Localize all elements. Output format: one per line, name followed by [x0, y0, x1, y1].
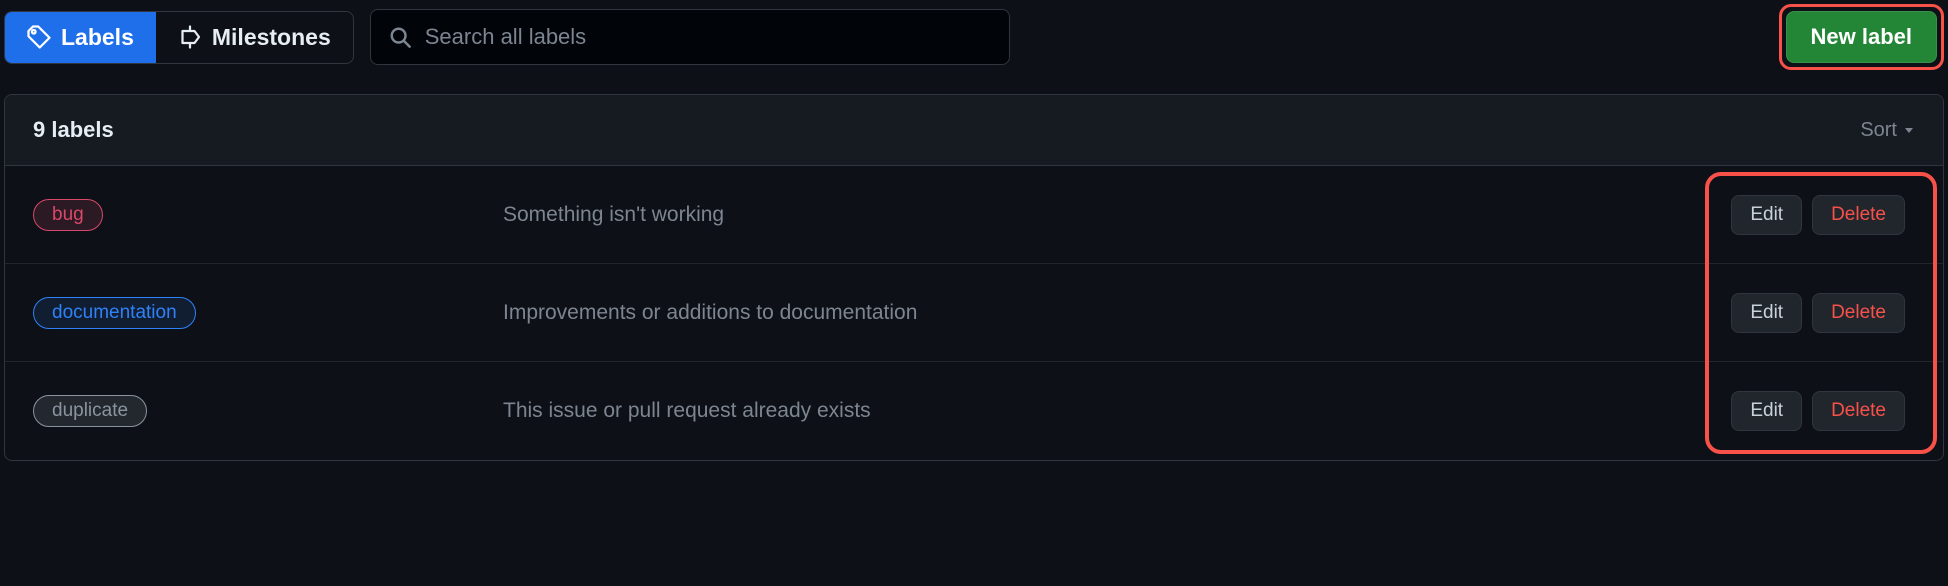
- labels-tab-text: Labels: [61, 24, 134, 51]
- new-label-highlight: New label: [1779, 4, 1944, 70]
- label-pill[interactable]: documentation: [33, 297, 196, 329]
- tag-icon: [27, 25, 51, 49]
- search-input[interactable]: [425, 24, 991, 50]
- labels-tab[interactable]: Labels: [5, 12, 156, 63]
- caret-down-icon: [1903, 124, 1915, 136]
- milestones-tab[interactable]: Milestones: [156, 12, 353, 63]
- labels-milestones-toggle: Labels Milestones: [4, 11, 354, 64]
- delete-button[interactable]: Delete: [1812, 391, 1905, 431]
- labels-list: 9 labels Sort bug Something isn't working…: [4, 94, 1944, 461]
- edit-button[interactable]: Edit: [1731, 195, 1802, 235]
- labels-list-body: bugSomething isn't workingEditDeletedocu…: [5, 166, 1943, 460]
- label-actions: EditDelete: [1731, 293, 1915, 333]
- delete-button[interactable]: Delete: [1812, 195, 1905, 235]
- milestones-tab-text: Milestones: [212, 24, 331, 51]
- sort-label: Sort: [1860, 119, 1897, 142]
- search-icon: [389, 26, 411, 48]
- label-row: documentation Improvements or additions t…: [5, 264, 1943, 362]
- label-pill[interactable]: bug: [33, 199, 103, 231]
- label-description: Something isn't working: [503, 203, 1731, 227]
- labels-toolbar: Labels Milestones New label: [4, 4, 1944, 70]
- label-row: duplicate This issue or pull request alre…: [5, 362, 1943, 460]
- search-box[interactable]: [370, 9, 1010, 65]
- label-row: bug Something isn't workingEditDelete: [5, 166, 1943, 264]
- new-label-button[interactable]: New label: [1786, 11, 1937, 63]
- edit-button[interactable]: Edit: [1731, 391, 1802, 431]
- milestone-icon: [178, 25, 202, 49]
- label-actions: EditDelete: [1731, 195, 1915, 235]
- labels-list-header: 9 labels Sort: [5, 95, 1943, 166]
- label-description: Improvements or additions to documentati…: [503, 301, 1731, 325]
- sort-button[interactable]: Sort: [1860, 119, 1915, 142]
- label-description: This issue or pull request already exist…: [503, 399, 1731, 423]
- label-actions: EditDelete: [1731, 391, 1915, 431]
- edit-button[interactable]: Edit: [1731, 293, 1802, 333]
- label-pill[interactable]: duplicate: [33, 395, 147, 427]
- label-cell: bug: [33, 199, 503, 231]
- delete-button[interactable]: Delete: [1812, 293, 1905, 333]
- labels-count: 9 labels: [33, 117, 114, 143]
- label-cell: duplicate: [33, 395, 503, 427]
- label-cell: documentation: [33, 297, 503, 329]
